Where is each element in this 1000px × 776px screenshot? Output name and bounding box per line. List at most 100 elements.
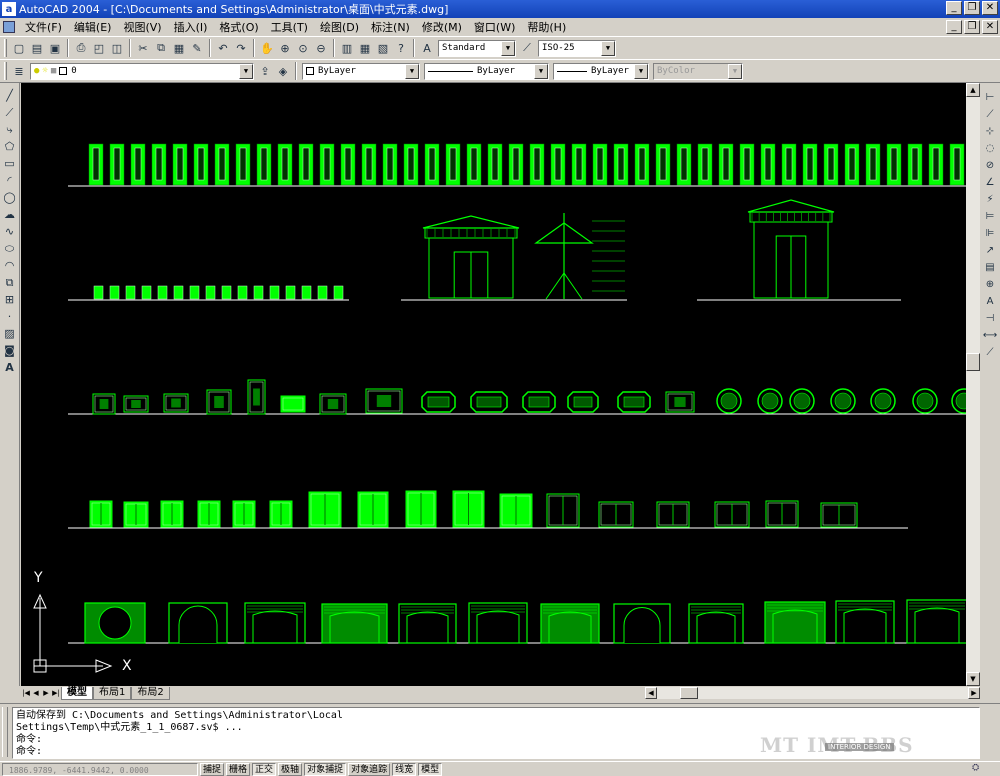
text-style-select[interactable]: Standard ▼	[438, 39, 516, 57]
menu-window[interactable]: 窗口(W)	[468, 19, 521, 35]
tab-layout2[interactable]: 布局2	[131, 686, 170, 700]
toolbar-grip[interactable]	[4, 62, 7, 80]
save-icon[interactable]: ▣	[47, 40, 63, 56]
drawing-area[interactable]: Y X	[21, 83, 966, 686]
menu-edit[interactable]: 编辑(E)	[68, 19, 118, 35]
status-toggle-6[interactable]: 线宽	[392, 762, 417, 776]
dim-ordinate-icon[interactable]: ⊹	[982, 123, 998, 140]
insert-block-icon[interactable]: ⧉	[2, 274, 18, 291]
document-icon[interactable]	[3, 21, 15, 33]
dim-update-icon[interactable]: ⟷	[982, 327, 998, 344]
new-icon[interactable]: ▢	[11, 40, 27, 56]
construction-line-icon[interactable]: ⟋	[2, 104, 18, 121]
zoom-previous-icon[interactable]: ⊖	[313, 40, 329, 56]
tolerance-icon[interactable]: ▤	[982, 259, 998, 276]
match-properties-icon[interactable]: ✎	[189, 40, 205, 56]
revision-cloud-icon[interactable]: ☁	[2, 206, 18, 223]
scroll-up-icon[interactable]: ▲	[966, 83, 980, 97]
chevron-down-icon[interactable]: ▼	[405, 63, 419, 79]
chevron-down-icon[interactable]: ▼	[634, 63, 648, 79]
scroll-thumb[interactable]	[680, 687, 698, 699]
menu-view[interactable]: 视图(V)	[117, 19, 167, 35]
status-toggle-5[interactable]: 对象追踪	[348, 762, 391, 776]
dim-aligned-icon[interactable]: ⟋	[982, 106, 998, 123]
layer-manager-icon[interactable]: ≣	[11, 63, 27, 79]
communication-center-icon[interactable]: ⛭	[972, 763, 986, 775]
next-tab-icon[interactable]: ▶	[41, 688, 51, 699]
menu-tools[interactable]: 工具(T)	[265, 19, 314, 35]
quick-dim-icon[interactable]: ⚡	[982, 191, 998, 208]
horizontal-scrollbar[interactable]: ◀ ▶	[645, 687, 980, 699]
ellipse-icon[interactable]: ⬭	[2, 240, 18, 257]
vertical-scrollbar[interactable]: ▲ ▼	[966, 83, 980, 686]
layer-previous-icon[interactable]: ◈	[275, 63, 291, 79]
dim-text-edit-icon[interactable]: ⊣	[982, 310, 998, 327]
last-tab-icon[interactable]: ▶|	[51, 688, 61, 699]
scroll-thumb[interactable]	[966, 353, 980, 371]
line-icon[interactable]: ╱	[2, 87, 18, 104]
scroll-down-icon[interactable]: ▼	[966, 672, 980, 686]
make-block-icon[interactable]: ⊞	[2, 291, 18, 308]
ellipse-arc-icon[interactable]: ◠	[2, 257, 18, 274]
chevron-down-icon[interactable]: ▼	[239, 63, 253, 79]
dim-angular-icon[interactable]: ∠	[982, 174, 998, 191]
multiline-text-icon[interactable]: A	[2, 359, 18, 376]
circle-icon[interactable]: ◯	[2, 189, 18, 206]
spline-icon[interactable]: ∿	[2, 223, 18, 240]
help-icon[interactable]: ?	[393, 40, 409, 56]
point-icon[interactable]: ·	[2, 308, 18, 325]
status-toggle-4[interactable]: 对象捕捉	[304, 762, 347, 776]
center-mark-icon[interactable]: ⊕	[982, 276, 998, 293]
tab-model[interactable]: 模型	[61, 686, 93, 700]
pan-icon[interactable]: ✋	[259, 40, 275, 56]
scroll-right-icon[interactable]: ▶	[968, 687, 980, 699]
layer-select[interactable]: ● ☼ ■ 0 ▼	[30, 62, 254, 80]
linetype-select[interactable]: ByLayer ▼	[424, 62, 549, 80]
lineweight-select[interactable]: ByLayer ▼	[553, 62, 649, 80]
rectangle-icon[interactable]: ▭	[2, 155, 18, 172]
leader-icon[interactable]: ↗	[982, 242, 998, 259]
status-toggle-1[interactable]: 栅格	[226, 762, 251, 776]
dim-style-select[interactable]: ISO-25 ▼	[538, 39, 616, 57]
menu-format[interactable]: 格式(O)	[213, 19, 264, 35]
status-toggle-2[interactable]: 正交	[252, 762, 277, 776]
dim-continue-icon[interactable]: ⊫	[982, 225, 998, 242]
design-center-icon[interactable]: ▦	[357, 40, 373, 56]
region-icon[interactable]: ◙	[2, 342, 18, 359]
redo-icon[interactable]: ↷	[233, 40, 249, 56]
scroll-left-icon[interactable]: ◀	[645, 687, 657, 699]
cut-icon[interactable]: ✂	[135, 40, 151, 56]
chevron-down-icon[interactable]: ▼	[534, 63, 548, 79]
status-toggle-3[interactable]: 极轴	[278, 762, 303, 776]
undo-icon[interactable]: ↶	[215, 40, 231, 56]
polyline-icon[interactable]: ⤷	[2, 121, 18, 138]
make-layer-current-icon[interactable]: ⇪	[257, 63, 273, 79]
tool-palettes-icon[interactable]: ▧	[375, 40, 391, 56]
properties-icon[interactable]: ▥	[339, 40, 355, 56]
toolbar-grip[interactable]	[4, 39, 7, 57]
command-window-grip[interactable]	[2, 707, 8, 757]
open-icon[interactable]: ▤	[29, 40, 45, 56]
hatch-icon[interactable]: ▨	[2, 325, 18, 342]
publish-icon[interactable]: ◫	[109, 40, 125, 56]
menu-file[interactable]: 文件(F)	[19, 19, 68, 35]
menu-draw[interactable]: 绘图(D)	[314, 19, 365, 35]
dim-edit-icon[interactable]: A	[982, 293, 998, 310]
doc-restore-button[interactable]: ❐	[964, 20, 980, 34]
restore-button[interactable]: ❐	[964, 1, 980, 15]
doc-close-button[interactable]: ✕	[982, 20, 998, 34]
copy-icon[interactable]: ⧉	[153, 40, 169, 56]
status-toggle-0[interactable]: 捕捉	[200, 762, 225, 776]
menu-dimension[interactable]: 标注(N)	[365, 19, 416, 35]
polygon-icon[interactable]: ⬠	[2, 138, 18, 155]
dim-radius-icon[interactable]: ◌	[982, 140, 998, 157]
chevron-down-icon[interactable]: ▼	[501, 40, 515, 56]
menu-modify[interactable]: 修改(M)	[416, 19, 468, 35]
dim-linear-icon[interactable]: ⊢	[982, 89, 998, 106]
doc-minimize-button[interactable]: _	[946, 20, 962, 34]
paste-icon[interactable]: ▦	[171, 40, 187, 56]
dim-baseline-icon[interactable]: ⊨	[982, 208, 998, 225]
arc-icon[interactable]: ◜	[2, 172, 18, 189]
prev-tab-icon[interactable]: ◀	[31, 688, 41, 699]
menu-insert[interactable]: 插入(I)	[168, 19, 214, 35]
